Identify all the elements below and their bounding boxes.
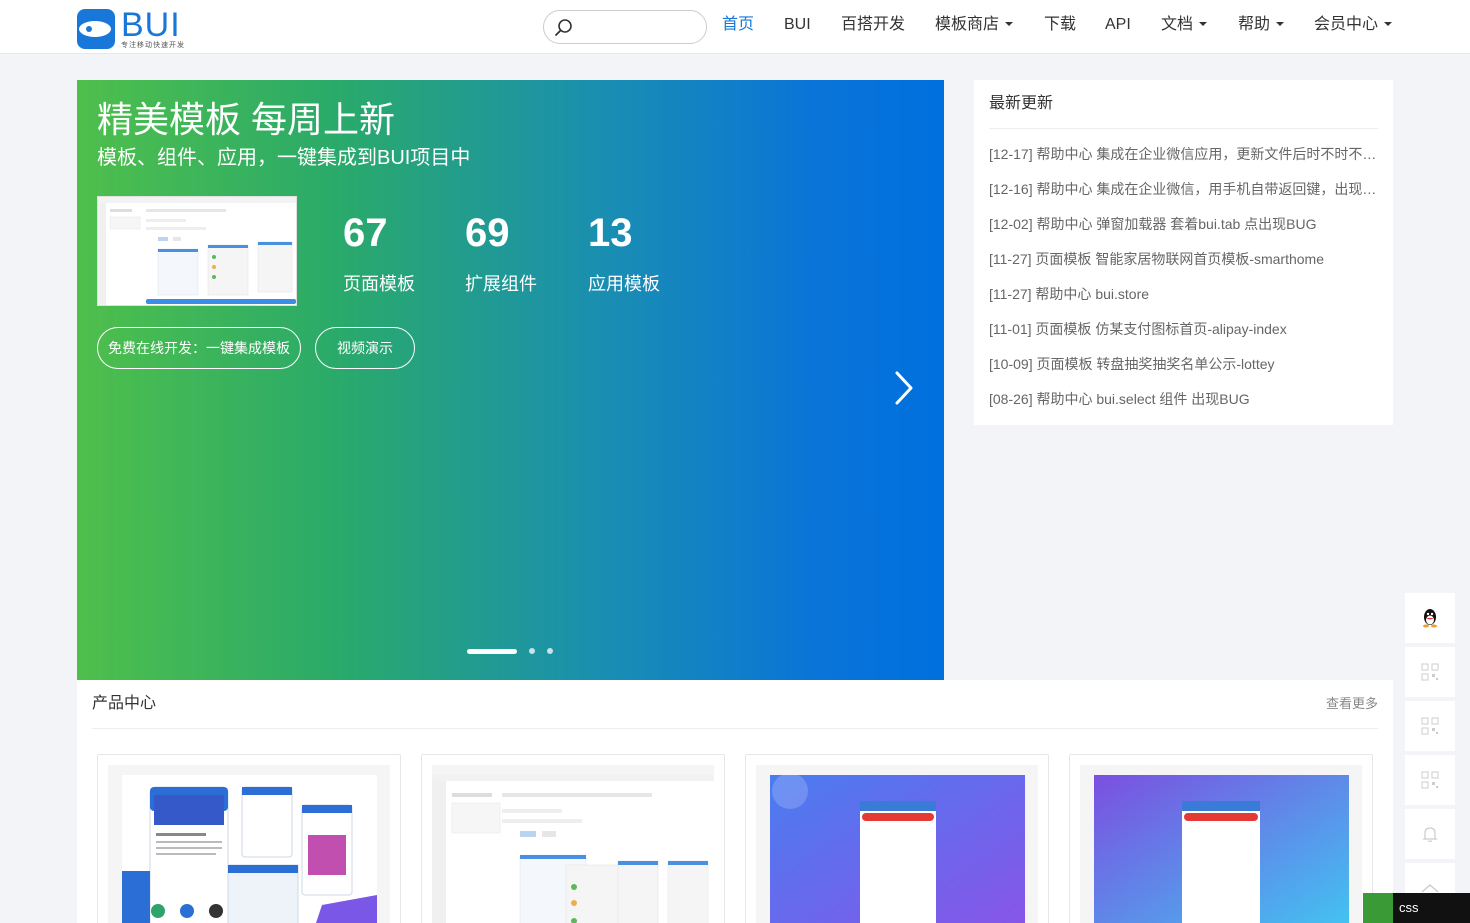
search-icon [555,19,572,36]
qrcode-icon [1421,771,1439,789]
stat-label: 应用模板 [588,274,660,294]
site-logo[interactable]: BUI 专注移动快速开发 [77,8,187,50]
search-input[interactable] [580,17,700,37]
bell-icon [1422,827,1438,843]
product-card[interactable] [97,754,401,923]
latest-updates-panel: 最新更新 [12-17] 帮助中心 集成在企业微信应用，更新文件后时不时不刷新 … [974,80,1393,425]
product-image [122,775,377,923]
divider [989,128,1378,129]
list-item[interactable]: [11-01] 页面模板 仿某支付图标首页-alipay-index [989,317,1379,352]
product-image [432,775,714,923]
product-card[interactable] [745,754,1049,923]
nav-member-label: 会员中心 [1314,16,1379,33]
stat-label: 扩展组件 [465,274,537,294]
hero-banner[interactable]: 精美模板 每周上新 模板、组件、应用，一键集成到BUI项目中 67 页面模板 6… [77,80,944,680]
stat-number: 13 [588,211,633,255]
fish-logo-icon [77,9,115,49]
nav-bui[interactable]: BUI [784,14,811,36]
logo-name: BUI [121,5,181,44]
stat-number: 69 [465,211,510,255]
list-item[interactable]: [12-16] 帮助中心 集成在企业微信，用手机自带返回键，出现白屏 [989,177,1379,212]
nav-docs[interactable]: 文档 [1161,14,1208,36]
template-preview-image [97,196,297,306]
caret-down-icon [1005,21,1014,26]
carousel-dots [467,648,565,654]
carousel-dot[interactable] [467,648,517,654]
qrcode-button[interactable] [1405,755,1455,805]
nav-download[interactable]: 下载 [1044,14,1076,36]
product-card[interactable] [1069,754,1373,923]
list-item[interactable]: [12-02] 帮助中心 弹窗加载器 套着bui.tab 点出现BUG [989,212,1379,247]
chevron-right-icon[interactable] [889,370,919,406]
qrcode-icon [1421,717,1439,735]
nav-baida[interactable]: 百搭开发 [841,14,905,36]
corner-widget-label: css [1399,900,1419,915]
logo-subtitle: 专注移动快速开发 [121,41,185,49]
top-header: BUI 专注移动快速开发 首页 BUI 百搭开发 模板商店 下载 API 文档 … [0,0,1470,54]
qrcode-button[interactable] [1405,701,1455,751]
qrcode-button[interactable] [1405,647,1455,697]
qrcode-icon [1421,663,1439,681]
qq-button[interactable] [1405,593,1455,643]
stat-extension-components: 69 扩展组件 [465,210,537,296]
section-title: 产品中心 [92,695,157,712]
nav-member[interactable]: 会员中心 [1314,14,1393,36]
notification-button[interactable] [1405,809,1455,859]
corner-widget[interactable]: css [1363,893,1470,923]
side-toolbar [1405,593,1455,917]
product-center: 产品中心 查看更多 [77,680,1393,923]
panel-title: 最新更新 [989,95,1054,112]
caret-down-icon [1276,21,1285,26]
list-item[interactable]: [10-09] 页面模板 转盘抽奖抽奖名单公示-lottey [989,352,1379,387]
caret-down-icon [1199,21,1208,26]
banner-subtitle: 模板、组件、应用，一键集成到BUI项目中 [97,147,471,169]
carousel-dot[interactable] [547,648,553,654]
view-more-link[interactable]: 查看更多 [1326,695,1378,713]
stat-page-templates: 67 页面模板 [343,210,415,296]
search-box[interactable] [543,10,707,44]
video-demo-button[interactable]: 视频演示 [315,327,415,369]
nav-help-label: 帮助 [1238,16,1271,33]
nav-help[interactable]: 帮助 [1238,14,1285,36]
stat-app-templates: 13 应用模板 [588,210,660,296]
product-image [1094,775,1349,923]
caret-down-icon [1384,21,1393,26]
nav-template-store[interactable]: 模板商店 [935,14,1014,36]
nav-api[interactable]: API [1105,14,1131,36]
list-item[interactable]: [12-17] 帮助中心 集成在企业微信应用，更新文件后时不时不刷新 [989,142,1379,177]
list-item[interactable]: [11-27] 帮助中心 bui.store [989,282,1379,317]
free-online-dev-button[interactable]: 免费在线开发：一键集成模板 [97,327,301,369]
list-item[interactable]: [11-27] 页面模板 智能家居物联网首页模板-smarthome [989,247,1379,282]
nav-template-store-label: 模板商店 [935,16,1000,33]
nav-home[interactable]: 首页 [722,14,754,36]
nav-docs-label: 文档 [1161,16,1194,33]
divider [92,728,1378,729]
carousel-dot[interactable] [529,648,535,654]
qq-penguin-icon [1423,609,1437,628]
stat-number: 67 [343,211,388,255]
list-item[interactable]: [08-26] 帮助中心 bui.select 组件 出现BUG [989,387,1379,422]
stat-label: 页面模板 [343,274,415,294]
news-list: [12-17] 帮助中心 集成在企业微信应用，更新文件后时不时不刷新 [12-1… [989,142,1379,422]
product-image [770,775,1025,923]
product-card[interactable] [421,754,725,923]
leaf-icon [1363,893,1393,923]
banner-title: 精美模板 每周上新 [97,99,396,140]
